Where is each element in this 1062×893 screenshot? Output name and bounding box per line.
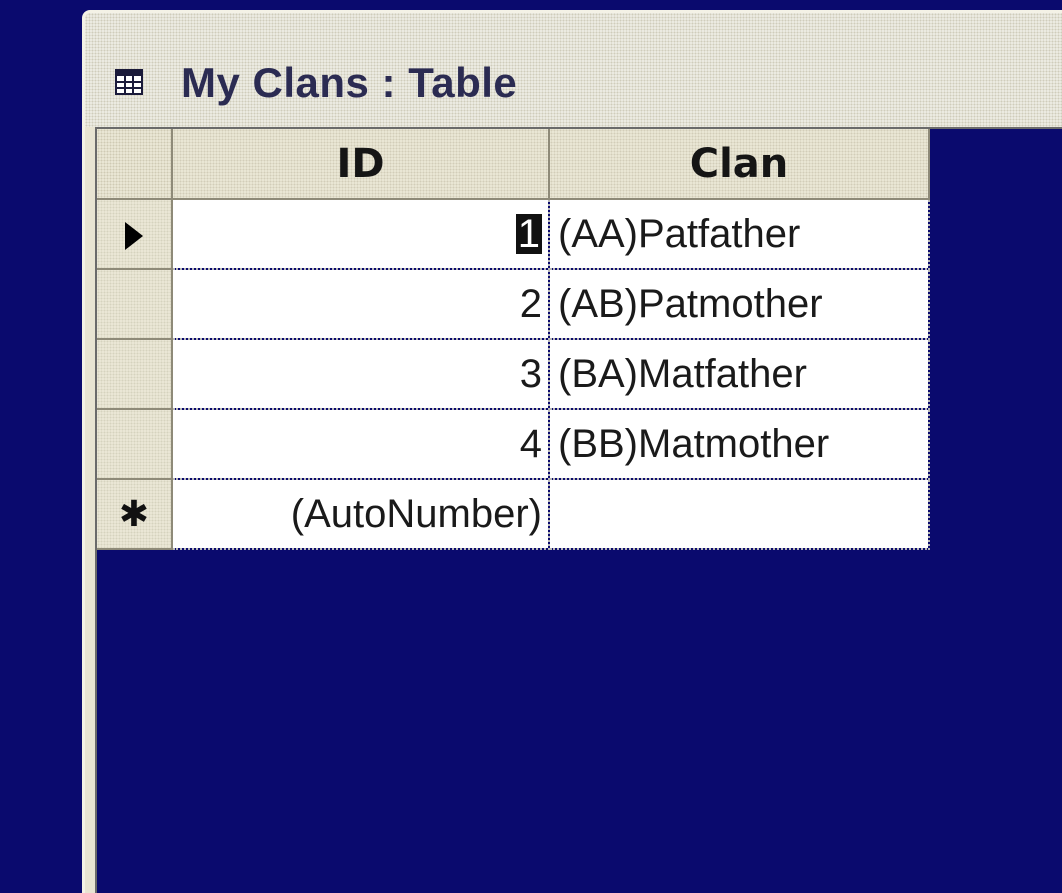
id-cell[interactable]: 3	[172, 339, 550, 410]
row-selector[interactable]	[97, 339, 173, 410]
column-header-clan[interactable]: Clan	[549, 129, 930, 200]
row-selector[interactable]	[97, 199, 173, 270]
table-icon	[115, 69, 143, 95]
row-selector[interactable]	[97, 409, 173, 480]
clan-cell[interactable]: (BB)Matmother	[549, 409, 930, 480]
datasheet-window: My Clans : Table ID Clan 1 (AA)Patfather…	[82, 10, 1062, 893]
table-row: 1 (AA)Patfather	[97, 199, 930, 270]
datasheet-area: ID Clan 1 (AA)Patfather 2 (AB)Patmother …	[95, 127, 1062, 893]
window-titlebar[interactable]: My Clans : Table	[85, 13, 1062, 127]
clan-cell[interactable]: (AA)Patfather	[549, 199, 930, 270]
table-row: 4 (BB)Matmother	[97, 409, 930, 480]
current-record-arrow-icon	[125, 222, 143, 251]
new-clan-cell[interactable]	[549, 479, 930, 550]
clan-cell[interactable]: (AB)Patmother	[549, 269, 930, 340]
window-title: My Clans : Table	[181, 59, 518, 106]
table-row: 3 (BA)Matfather	[97, 339, 930, 410]
datasheet-grid: ID Clan 1 (AA)Patfather 2 (AB)Patmother …	[97, 129, 930, 550]
id-cell[interactable]: 4	[172, 409, 550, 480]
new-record-marker[interactable]: ✱	[97, 479, 173, 550]
header-row: ID Clan	[97, 129, 930, 200]
new-record-row: ✱ (AutoNumber)	[97, 479, 930, 550]
id-value: 1	[515, 211, 542, 256]
id-cell[interactable]: 1	[172, 199, 550, 270]
table-row: 2 (AB)Patmother	[97, 269, 930, 340]
id-cell[interactable]: 2	[172, 269, 550, 340]
column-header-id[interactable]: ID	[172, 129, 550, 200]
clan-cell[interactable]: (BA)Matfather	[549, 339, 930, 410]
row-selector[interactable]	[97, 269, 173, 340]
select-all-corner[interactable]	[97, 129, 173, 200]
autonumber-cell[interactable]: (AutoNumber)	[172, 479, 550, 550]
